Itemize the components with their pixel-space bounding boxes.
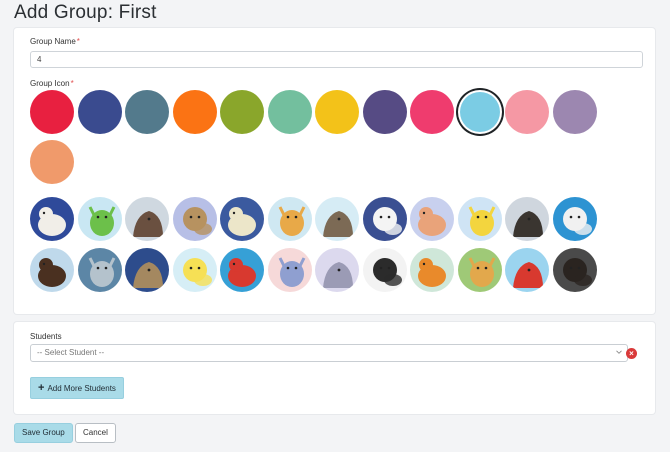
save-group-button[interactable]: Save Group [14, 423, 73, 443]
add-more-students-label: Add More Students [47, 384, 116, 393]
student-select[interactable]: -- Select Student -- [30, 344, 628, 362]
plus-icon: + [38, 382, 45, 394]
animal-icon-dog-red-hat[interactable] [220, 248, 264, 292]
required-mark: * [76, 37, 80, 46]
color-swatch-yellow[interactable] [315, 90, 359, 134]
animal-icon-yellow-duck[interactable] [172, 248, 217, 292]
animal-icon-white-cat[interactable] [552, 197, 597, 241]
animal-icon-terrier[interactable] [125, 248, 169, 292]
animal-icon-black-dog[interactable] [552, 248, 597, 292]
color-swatch-sky-blue[interactable] [459, 92, 500, 132]
color-swatch-lavender[interactable] [552, 90, 597, 134]
color-swatch-mint[interactable] [267, 90, 312, 134]
color-swatch-slate-teal[interactable] [125, 90, 169, 134]
color-swatch-navy[interactable] [77, 90, 122, 134]
students-label: Students [30, 332, 62, 341]
students-card: Students -- Select Student -- × + Add Mor… [14, 322, 655, 414]
animal-icon-zebra[interactable] [362, 197, 407, 241]
animal-icon-robot-toy[interactable] [315, 248, 359, 292]
color-swatch-peach[interactable] [30, 140, 74, 184]
animal-icon-cartoon-cow[interactable] [362, 248, 407, 292]
student-select-placeholder: -- Select Student -- [37, 348, 105, 357]
animal-icon-yorkie[interactable] [315, 197, 359, 241]
animal-icon-yorkie-flowers[interactable] [172, 197, 217, 241]
group-name-input[interactable]: 4 [30, 51, 643, 68]
cancel-button[interactable]: Cancel [75, 423, 116, 443]
group-name-label-text: Group Name [30, 37, 76, 46]
animal-icon-spaniel[interactable] [30, 248, 74, 292]
animal-icon-toy-animals[interactable] [457, 248, 502, 292]
animal-icon-knit-hat-dog[interactable] [125, 197, 169, 241]
animal-icon-rooster[interactable] [505, 248, 549, 292]
color-swatch-olive-green[interactable] [220, 90, 264, 134]
animal-icon-puppy-sweater[interactable] [30, 197, 74, 241]
add-more-students-button[interactable]: + Add More Students [30, 377, 124, 399]
required-mark: * [70, 79, 74, 88]
color-swatch-red[interactable] [30, 90, 74, 134]
animal-icon-grey-dog[interactable] [77, 248, 122, 292]
animal-icon-cartoon-duck[interactable] [220, 197, 264, 241]
page-title: Add Group: First [14, 2, 157, 23]
color-swatch-orange[interactable] [172, 90, 217, 134]
group-icon-label-text: Group Icon [30, 79, 70, 88]
group-name-label: Group Name* [30, 37, 80, 46]
remove-student-button[interactable]: × [626, 348, 637, 359]
group-icon-label: Group Icon* [30, 79, 74, 88]
animal-icon-toy-horse[interactable] [457, 197, 502, 241]
animal-icon-giraffe[interactable] [267, 197, 312, 241]
animal-icon-pug[interactable] [505, 197, 549, 241]
color-swatch-indigo[interactable] [362, 90, 407, 134]
animal-icon-orange-lion[interactable] [410, 248, 454, 292]
animal-icon-green-dragon[interactable] [77, 197, 122, 241]
animal-icon-toy-robots[interactable] [267, 248, 312, 292]
color-swatch-light-pink[interactable] [505, 90, 549, 134]
group-details-card: Group Name* 4 Group Icon* [14, 28, 655, 314]
color-swatch-pink[interactable] [410, 90, 454, 134]
animal-icon-kangaroo[interactable] [410, 197, 454, 241]
chevron-down-icon [616, 350, 622, 354]
